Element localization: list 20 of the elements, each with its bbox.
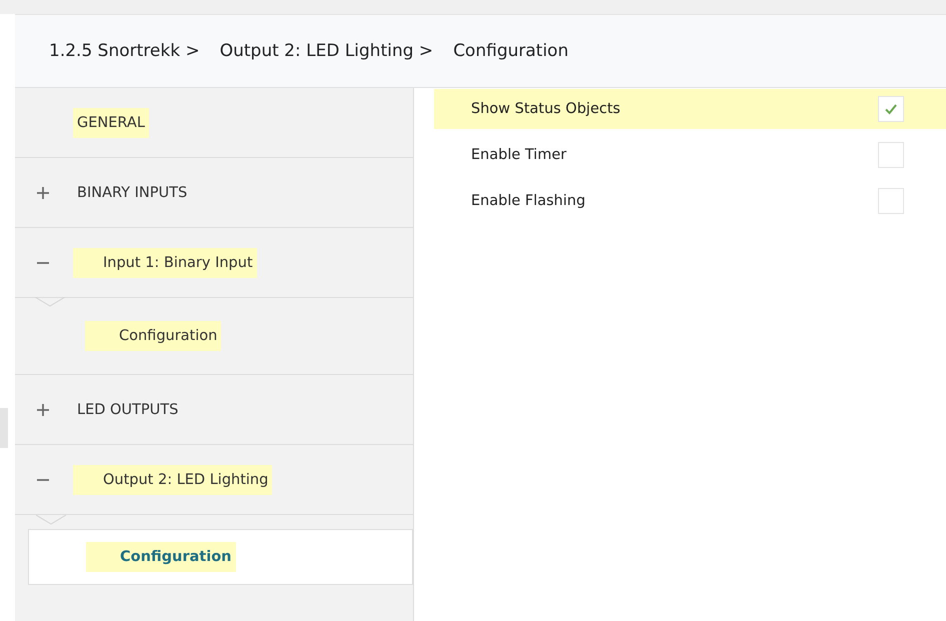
parameter-label: Show Status Objects (471, 101, 622, 117)
checkbox[interactable] (878, 96, 904, 122)
sidebar-item[interactable]: BINARY INPUTS (73, 178, 192, 208)
sidebar-item[interactable]: Input 1: Binary Input (73, 248, 257, 278)
sidebar-item[interactable]: GENERAL (73, 108, 149, 138)
checkbox[interactable] (878, 188, 904, 214)
parameter-label: Enable Timer (471, 147, 568, 163)
check-icon (884, 102, 898, 116)
breadcrumb-item[interactable]: 1.2.5 Snortrekk > (49, 41, 200, 61)
checkbox[interactable] (878, 142, 904, 168)
sidebar-item[interactable]: Configuration (85, 321, 222, 351)
parameter-label: Enable Flashing (471, 193, 586, 209)
breadcrumb-item[interactable]: Configuration (453, 41, 568, 61)
scroll-handle[interactable] (0, 408, 8, 448)
plus-icon[interactable] (37, 186, 49, 198)
sidebar-item[interactable]: Configuration (86, 542, 236, 572)
breadcrumb-item[interactable]: Output 2: LED Lighting > (220, 41, 434, 61)
plus-icon[interactable] (37, 404, 49, 416)
sidebar-item[interactable]: LED OUTPUTS (73, 394, 182, 424)
sidebar-item[interactable]: Output 2: LED Lighting (73, 464, 272, 494)
